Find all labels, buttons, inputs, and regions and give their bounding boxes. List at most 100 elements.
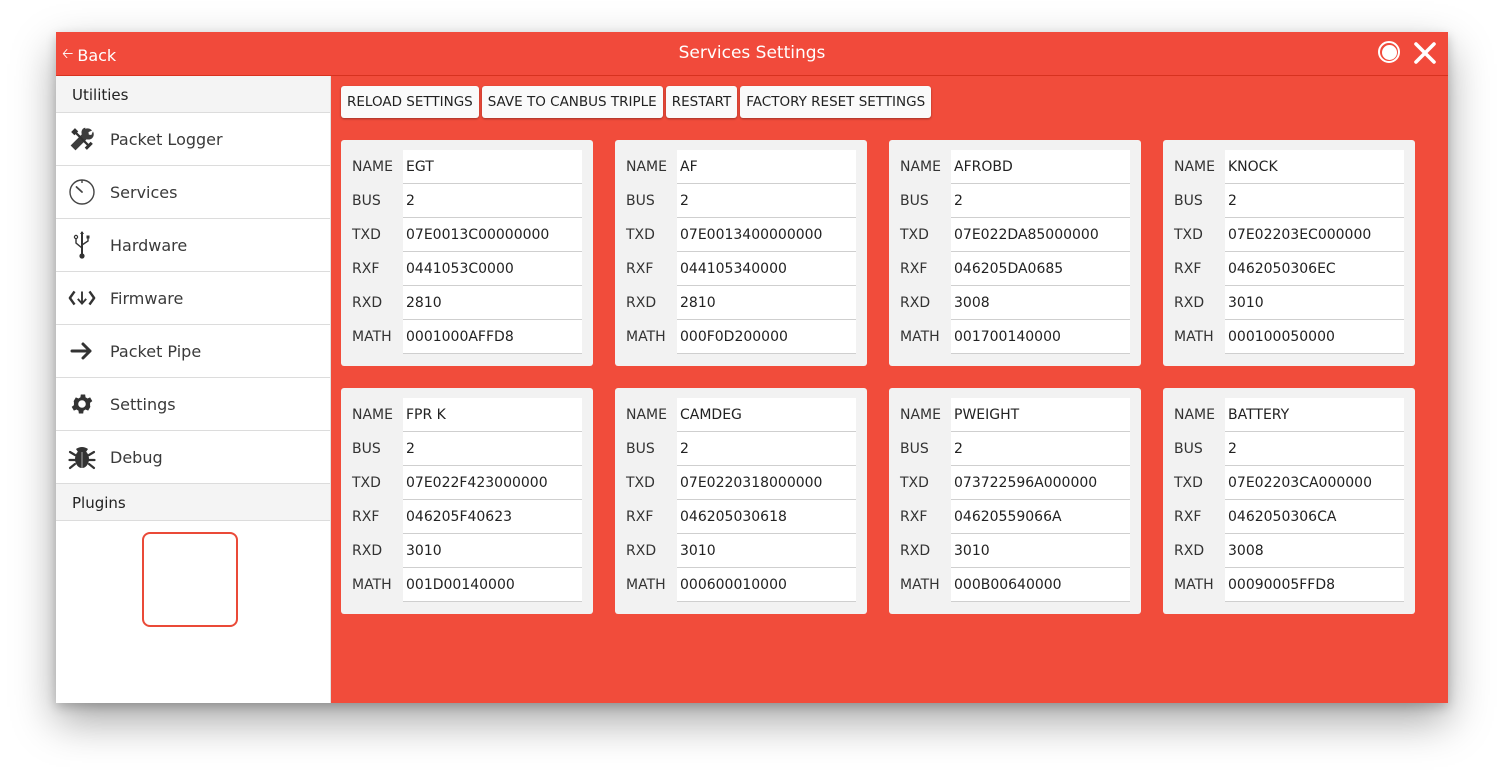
rxd-field[interactable]: 2810 bbox=[677, 286, 856, 320]
math-label: MATH bbox=[1174, 577, 1214, 593]
rxd-field[interactable]: 3010 bbox=[677, 534, 856, 568]
math-field[interactable]: 000600010000 bbox=[677, 568, 856, 602]
rxd-field[interactable]: 3010 bbox=[951, 534, 1130, 568]
utilities-header: Utilities bbox=[56, 76, 330, 113]
rxd-field[interactable]: 3010 bbox=[403, 534, 582, 568]
rxd-field[interactable]: 3010 bbox=[1225, 286, 1404, 320]
rxf-field[interactable]: 0441053C0000 bbox=[403, 252, 582, 286]
name-field[interactable]: AF bbox=[677, 150, 856, 184]
bus-field[interactable]: 2 bbox=[677, 184, 856, 218]
math-field[interactable]: 000100050000 bbox=[1225, 320, 1404, 354]
record-icon[interactable] bbox=[1378, 41, 1400, 63]
bus-label: BUS bbox=[352, 193, 381, 209]
txd-field[interactable]: 07E02203EC000000 bbox=[1225, 218, 1404, 252]
rxd-field[interactable]: 3008 bbox=[951, 286, 1130, 320]
math-field[interactable]: 000B00640000 bbox=[951, 568, 1130, 602]
txd-field[interactable]: 07E022DA85000000 bbox=[951, 218, 1130, 252]
name-field[interactable]: CAMDEG bbox=[677, 398, 856, 432]
txd-field[interactable]: 07E0013400000000 bbox=[677, 218, 856, 252]
math-row: MATH 001700140000 bbox=[900, 320, 1130, 354]
rxd-field[interactable]: 3008 bbox=[1225, 534, 1404, 568]
txd-row: TXD 07E022F423000000 bbox=[352, 466, 582, 500]
restart-button[interactable]: RESTART bbox=[665, 86, 738, 118]
sidebar-item-label: Packet Pipe bbox=[110, 341, 202, 361]
name-field[interactable]: AFROBD bbox=[951, 150, 1130, 184]
sidebar: Utilities Packet Logger Services Hardwar… bbox=[56, 76, 331, 703]
math-label: MATH bbox=[900, 329, 940, 345]
bus-row: BUS 2 bbox=[900, 432, 1130, 466]
math-row: MATH 0001000AFFD8 bbox=[352, 320, 582, 354]
factory-reset-button[interactable]: FACTORY RESET SETTINGS bbox=[740, 86, 932, 118]
rxf-field[interactable]: 0462050306CA bbox=[1225, 500, 1404, 534]
rxf-field[interactable]: 04620559066A bbox=[951, 500, 1130, 534]
bus-field[interactable]: 2 bbox=[1225, 432, 1404, 466]
close-icon[interactable] bbox=[1412, 40, 1438, 66]
sidebar-item-debug[interactable]: Debug bbox=[56, 431, 330, 484]
rxf-field[interactable]: 0462050306EC bbox=[1225, 252, 1404, 286]
rxf-field[interactable]: 044105340000 bbox=[677, 252, 856, 286]
bus-label: BUS bbox=[900, 441, 929, 457]
name-label: NAME bbox=[900, 159, 941, 175]
txd-label: TXD bbox=[626, 227, 655, 243]
sidebar-item-hardware[interactable]: Hardware bbox=[56, 219, 330, 272]
rxd-label: RXD bbox=[1174, 543, 1205, 559]
rxd-label: RXD bbox=[900, 543, 931, 559]
name-label: NAME bbox=[900, 407, 941, 423]
rxf-label: RXF bbox=[1174, 509, 1202, 525]
txd-field[interactable]: 07E0013C00000000 bbox=[403, 218, 582, 252]
txd-row: TXD 07E02203CA000000 bbox=[1174, 466, 1404, 500]
arrow-right-icon bbox=[68, 337, 96, 365]
rxd-label: RXD bbox=[352, 543, 383, 559]
sidebar-item-firmware[interactable]: Firmware bbox=[56, 272, 330, 325]
math-field[interactable]: 000F0D200000 bbox=[677, 320, 856, 354]
name-field[interactable]: FPR K bbox=[403, 398, 582, 432]
bus-field[interactable]: 2 bbox=[403, 184, 582, 218]
plugin-slot[interactable] bbox=[142, 532, 238, 627]
sidebar-item-services[interactable]: Services bbox=[56, 166, 330, 219]
math-field[interactable]: 001700140000 bbox=[951, 320, 1130, 354]
bus-field[interactable]: 2 bbox=[677, 432, 856, 466]
math-field[interactable]: 0001000AFFD8 bbox=[403, 320, 582, 354]
save-to-canbus-button[interactable]: SAVE TO CANBUS TRIPLE bbox=[481, 86, 663, 118]
math-field[interactable]: 00090005FFD8 bbox=[1225, 568, 1404, 602]
rxd-row: RXD 3008 bbox=[900, 286, 1130, 320]
bus-field[interactable]: 2 bbox=[951, 432, 1130, 466]
bus-field[interactable]: 2 bbox=[403, 432, 582, 466]
main-content: RELOAD SETTINGS SAVE TO CANBUS TRIPLE RE… bbox=[331, 76, 1448, 703]
txd-field[interactable]: 073722596A000000 bbox=[951, 466, 1130, 500]
math-label: MATH bbox=[626, 577, 666, 593]
txd-field[interactable]: 07E0220318000000 bbox=[677, 466, 856, 500]
bus-label: BUS bbox=[352, 441, 381, 457]
txd-row: TXD 07E0013C00000000 bbox=[352, 218, 582, 252]
name-field[interactable]: PWEIGHT bbox=[951, 398, 1130, 432]
bus-field[interactable]: 2 bbox=[951, 184, 1130, 218]
math-field[interactable]: 001D00140000 bbox=[403, 568, 582, 602]
name-row: NAME PWEIGHT bbox=[900, 398, 1130, 432]
service-card: NAME AF BUS 2 TXD 07E0013400000000 RXF 0… bbox=[615, 140, 867, 366]
rxf-field[interactable]: 046205030618 bbox=[677, 500, 856, 534]
name-field[interactable]: EGT bbox=[403, 150, 582, 184]
rxd-field[interactable]: 2810 bbox=[403, 286, 582, 320]
sidebar-item-packet-logger[interactable]: Packet Logger bbox=[56, 113, 330, 166]
name-label: NAME bbox=[352, 407, 393, 423]
txd-field[interactable]: 07E02203CA000000 bbox=[1225, 466, 1404, 500]
txd-label: TXD bbox=[352, 227, 381, 243]
sidebar-item-label: Services bbox=[110, 182, 178, 202]
sidebar-item-label: Packet Logger bbox=[110, 129, 223, 149]
sidebar-item-packet-pipe[interactable]: Packet Pipe bbox=[56, 325, 330, 378]
plugins-header: Plugins bbox=[56, 484, 330, 521]
reload-settings-button[interactable]: RELOAD SETTINGS bbox=[341, 86, 479, 118]
rxf-label: RXF bbox=[1174, 261, 1202, 277]
service-card: NAME BATTERY BUS 2 TXD 07E02203CA000000 … bbox=[1163, 388, 1415, 614]
name-field[interactable]: BATTERY bbox=[1225, 398, 1404, 432]
rxf-field[interactable]: 046205DA0685 bbox=[951, 252, 1130, 286]
rxd-row: RXD 3010 bbox=[626, 534, 856, 568]
sidebar-item-settings[interactable]: Settings bbox=[56, 378, 330, 431]
rxf-field[interactable]: 046205F40623 bbox=[403, 500, 582, 534]
txd-label: TXD bbox=[900, 227, 929, 243]
math-row: MATH 000600010000 bbox=[626, 568, 856, 602]
name-field[interactable]: KNOCK bbox=[1225, 150, 1404, 184]
txd-field[interactable]: 07E022F423000000 bbox=[403, 466, 582, 500]
toolbar: RELOAD SETTINGS SAVE TO CANBUS TRIPLE RE… bbox=[341, 86, 932, 118]
bus-field[interactable]: 2 bbox=[1225, 184, 1404, 218]
